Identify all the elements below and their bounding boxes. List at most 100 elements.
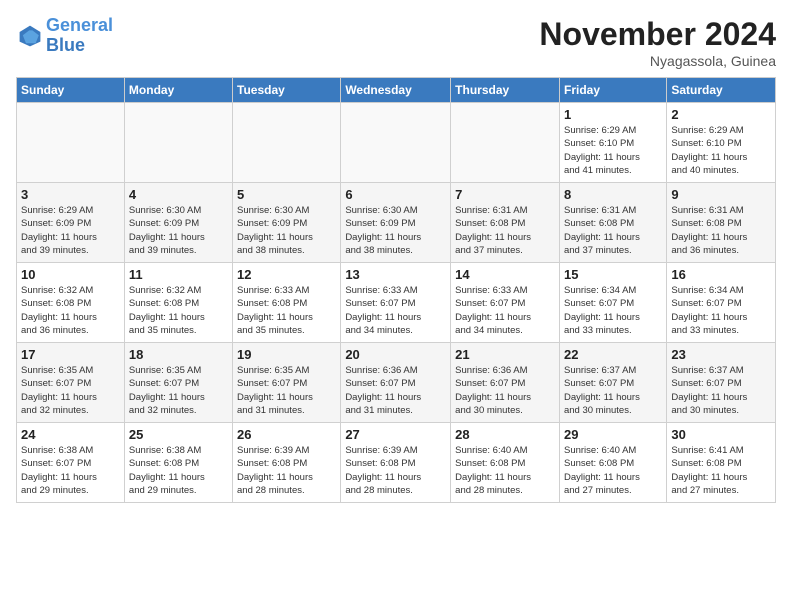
calendar-cell: [233, 103, 341, 183]
day-number: 15: [564, 267, 662, 282]
logo-text: General Blue: [46, 16, 113, 56]
location: Nyagassola, Guinea: [539, 53, 776, 69]
calendar-cell: 10 Sunrise: 6:32 AM Sunset: 6:08 PM Dayli…: [17, 263, 125, 343]
header-tuesday: Tuesday: [233, 78, 341, 103]
page-header: General Blue November 2024 Nyagassola, G…: [16, 16, 776, 69]
day-number: 1: [564, 107, 662, 122]
calendar-cell: 12Sunrise: 6:33 AM Sunset: 6:08 PM Dayli…: [233, 263, 341, 343]
day-number: 30: [671, 427, 771, 442]
calendar-cell: 3Sunrise: 6:29 AM Sunset: 6:09 PM Daylig…: [17, 183, 125, 263]
day-number: 3: [21, 187, 120, 202]
calendar-cell: 11 Sunrise: 6:32 AM Sunset: 6:08 PM Dayli…: [124, 263, 232, 343]
calendar-cell: 16 Sunrise: 6:34 AM Sunset: 6:07 PM Dayli…: [667, 263, 776, 343]
day-detail: Sunrise: 6:38 AM Sunset: 6:08 PM Dayligh…: [129, 444, 228, 497]
calendar-cell: 30Sunrise: 6:41 AM Sunset: 6:08 PM Dayli…: [667, 423, 776, 503]
day-detail: Sunrise: 6:32 AM Sunset: 6:08 PM Dayligh…: [129, 284, 228, 337]
day-number: 20: [345, 347, 446, 362]
day-number: 24: [21, 427, 120, 442]
calendar-cell: 9 Sunrise: 6:31 AM Sunset: 6:08 PM Daylig…: [667, 183, 776, 263]
day-detail: Sunrise: 6:31 AM Sunset: 6:08 PM Dayligh…: [564, 204, 662, 257]
day-number: 11: [129, 267, 228, 282]
day-number: 22: [564, 347, 662, 362]
day-detail: Sunrise: 6:29 AM Sunset: 6:10 PM Dayligh…: [564, 124, 662, 177]
day-number: 5: [237, 187, 336, 202]
day-detail: Sunrise: 6:33 AM Sunset: 6:08 PM Dayligh…: [237, 284, 336, 337]
calendar-cell: 6 Sunrise: 6:30 AM Sunset: 6:09 PM Daylig…: [341, 183, 451, 263]
day-detail: Sunrise: 6:31 AM Sunset: 6:08 PM Dayligh…: [671, 204, 771, 257]
day-number: 28: [455, 427, 555, 442]
day-number: 29: [564, 427, 662, 442]
week-row-1: 1 Sunrise: 6:29 AM Sunset: 6:10 PM Daylig…: [17, 103, 776, 183]
week-row-5: 24Sunrise: 6:38 AM Sunset: 6:07 PM Dayli…: [17, 423, 776, 503]
calendar-cell: [341, 103, 451, 183]
calendar-cell: 23 Sunrise: 6:37 AM Sunset: 6:07 PM Dayli…: [667, 343, 776, 423]
day-number: 6: [345, 187, 446, 202]
week-row-4: 17 Sunrise: 6:35 AM Sunset: 6:07 PM Dayli…: [17, 343, 776, 423]
day-detail: Sunrise: 6:34 AM Sunset: 6:07 PM Dayligh…: [564, 284, 662, 337]
calendar-cell: 18 Sunrise: 6:35 AM Sunset: 6:07 PM Dayli…: [124, 343, 232, 423]
header-friday: Friday: [559, 78, 666, 103]
calendar-cell: 17 Sunrise: 6:35 AM Sunset: 6:07 PM Dayli…: [17, 343, 125, 423]
day-number: 25: [129, 427, 228, 442]
day-detail: Sunrise: 6:40 AM Sunset: 6:08 PM Dayligh…: [455, 444, 555, 497]
day-detail: Sunrise: 6:34 AM Sunset: 6:07 PM Dayligh…: [671, 284, 771, 337]
calendar-cell: 19 Sunrise: 6:35 AM Sunset: 6:07 PM Dayli…: [233, 343, 341, 423]
calendar-cell: 14Sunrise: 6:33 AM Sunset: 6:07 PM Dayli…: [451, 263, 560, 343]
day-detail: Sunrise: 6:32 AM Sunset: 6:08 PM Dayligh…: [21, 284, 120, 337]
day-detail: Sunrise: 6:35 AM Sunset: 6:07 PM Dayligh…: [129, 364, 228, 417]
day-detail: Sunrise: 6:33 AM Sunset: 6:07 PM Dayligh…: [345, 284, 446, 337]
day-detail: Sunrise: 6:36 AM Sunset: 6:07 PM Dayligh…: [345, 364, 446, 417]
header-monday: Monday: [124, 78, 232, 103]
calendar-cell: [451, 103, 560, 183]
day-detail: Sunrise: 6:31 AM Sunset: 6:08 PM Dayligh…: [455, 204, 555, 257]
day-number: 27: [345, 427, 446, 442]
day-detail: Sunrise: 6:30 AM Sunset: 6:09 PM Dayligh…: [237, 204, 336, 257]
day-number: 23: [671, 347, 771, 362]
day-detail: Sunrise: 6:30 AM Sunset: 6:09 PM Dayligh…: [345, 204, 446, 257]
day-number: 4: [129, 187, 228, 202]
calendar-cell: 27Sunrise: 6:39 AM Sunset: 6:08 PM Dayli…: [341, 423, 451, 503]
day-number: 2: [671, 107, 771, 122]
calendar-cell: 25 Sunrise: 6:38 AM Sunset: 6:08 PM Dayli…: [124, 423, 232, 503]
calendar-cell: 4 Sunrise: 6:30 AM Sunset: 6:09 PM Daylig…: [124, 183, 232, 263]
calendar-cell: 28 Sunrise: 6:40 AM Sunset: 6:08 PM Dayli…: [451, 423, 560, 503]
day-detail: Sunrise: 6:37 AM Sunset: 6:07 PM Dayligh…: [564, 364, 662, 417]
day-detail: Sunrise: 6:40 AM Sunset: 6:08 PM Dayligh…: [564, 444, 662, 497]
day-number: 9: [671, 187, 771, 202]
header-row: SundayMondayTuesdayWednesdayThursdayFrid…: [17, 78, 776, 103]
day-number: 13: [345, 267, 446, 282]
header-thursday: Thursday: [451, 78, 560, 103]
day-number: 19: [237, 347, 336, 362]
calendar-cell: [124, 103, 232, 183]
calendar-cell: 7 Sunrise: 6:31 AM Sunset: 6:08 PM Daylig…: [451, 183, 560, 263]
logo: General Blue: [16, 16, 113, 56]
day-number: 10: [21, 267, 120, 282]
day-detail: Sunrise: 6:35 AM Sunset: 6:07 PM Dayligh…: [237, 364, 336, 417]
calendar-table: SundayMondayTuesdayWednesdayThursdayFrid…: [16, 77, 776, 503]
day-number: 7: [455, 187, 555, 202]
header-sunday: Sunday: [17, 78, 125, 103]
day-number: 17: [21, 347, 120, 362]
day-detail: Sunrise: 6:30 AM Sunset: 6:09 PM Dayligh…: [129, 204, 228, 257]
header-saturday: Saturday: [667, 78, 776, 103]
day-number: 16: [671, 267, 771, 282]
calendar-cell: 20 Sunrise: 6:36 AM Sunset: 6:07 PM Dayli…: [341, 343, 451, 423]
day-detail: Sunrise: 6:37 AM Sunset: 6:07 PM Dayligh…: [671, 364, 771, 417]
week-row-3: 10 Sunrise: 6:32 AM Sunset: 6:08 PM Dayli…: [17, 263, 776, 343]
logo-icon: [18, 24, 42, 48]
calendar-cell: 24Sunrise: 6:38 AM Sunset: 6:07 PM Dayli…: [17, 423, 125, 503]
day-detail: Sunrise: 6:39 AM Sunset: 6:08 PM Dayligh…: [237, 444, 336, 497]
calendar-cell: 5 Sunrise: 6:30 AM Sunset: 6:09 PM Daylig…: [233, 183, 341, 263]
week-row-2: 3Sunrise: 6:29 AM Sunset: 6:09 PM Daylig…: [17, 183, 776, 263]
calendar-cell: [17, 103, 125, 183]
day-detail: Sunrise: 6:36 AM Sunset: 6:07 PM Dayligh…: [455, 364, 555, 417]
calendar-cell: 8Sunrise: 6:31 AM Sunset: 6:08 PM Daylig…: [559, 183, 666, 263]
day-number: 18: [129, 347, 228, 362]
calendar-cell: 15 Sunrise: 6:34 AM Sunset: 6:07 PM Dayli…: [559, 263, 666, 343]
day-detail: Sunrise: 6:29 AM Sunset: 6:10 PM Dayligh…: [671, 124, 771, 177]
day-number: 14: [455, 267, 555, 282]
month-title: November 2024: [539, 16, 776, 53]
calendar-cell: 22 Sunrise: 6:37 AM Sunset: 6:07 PM Dayli…: [559, 343, 666, 423]
calendar-cell: 21Sunrise: 6:36 AM Sunset: 6:07 PM Dayli…: [451, 343, 560, 423]
day-detail: Sunrise: 6:35 AM Sunset: 6:07 PM Dayligh…: [21, 364, 120, 417]
